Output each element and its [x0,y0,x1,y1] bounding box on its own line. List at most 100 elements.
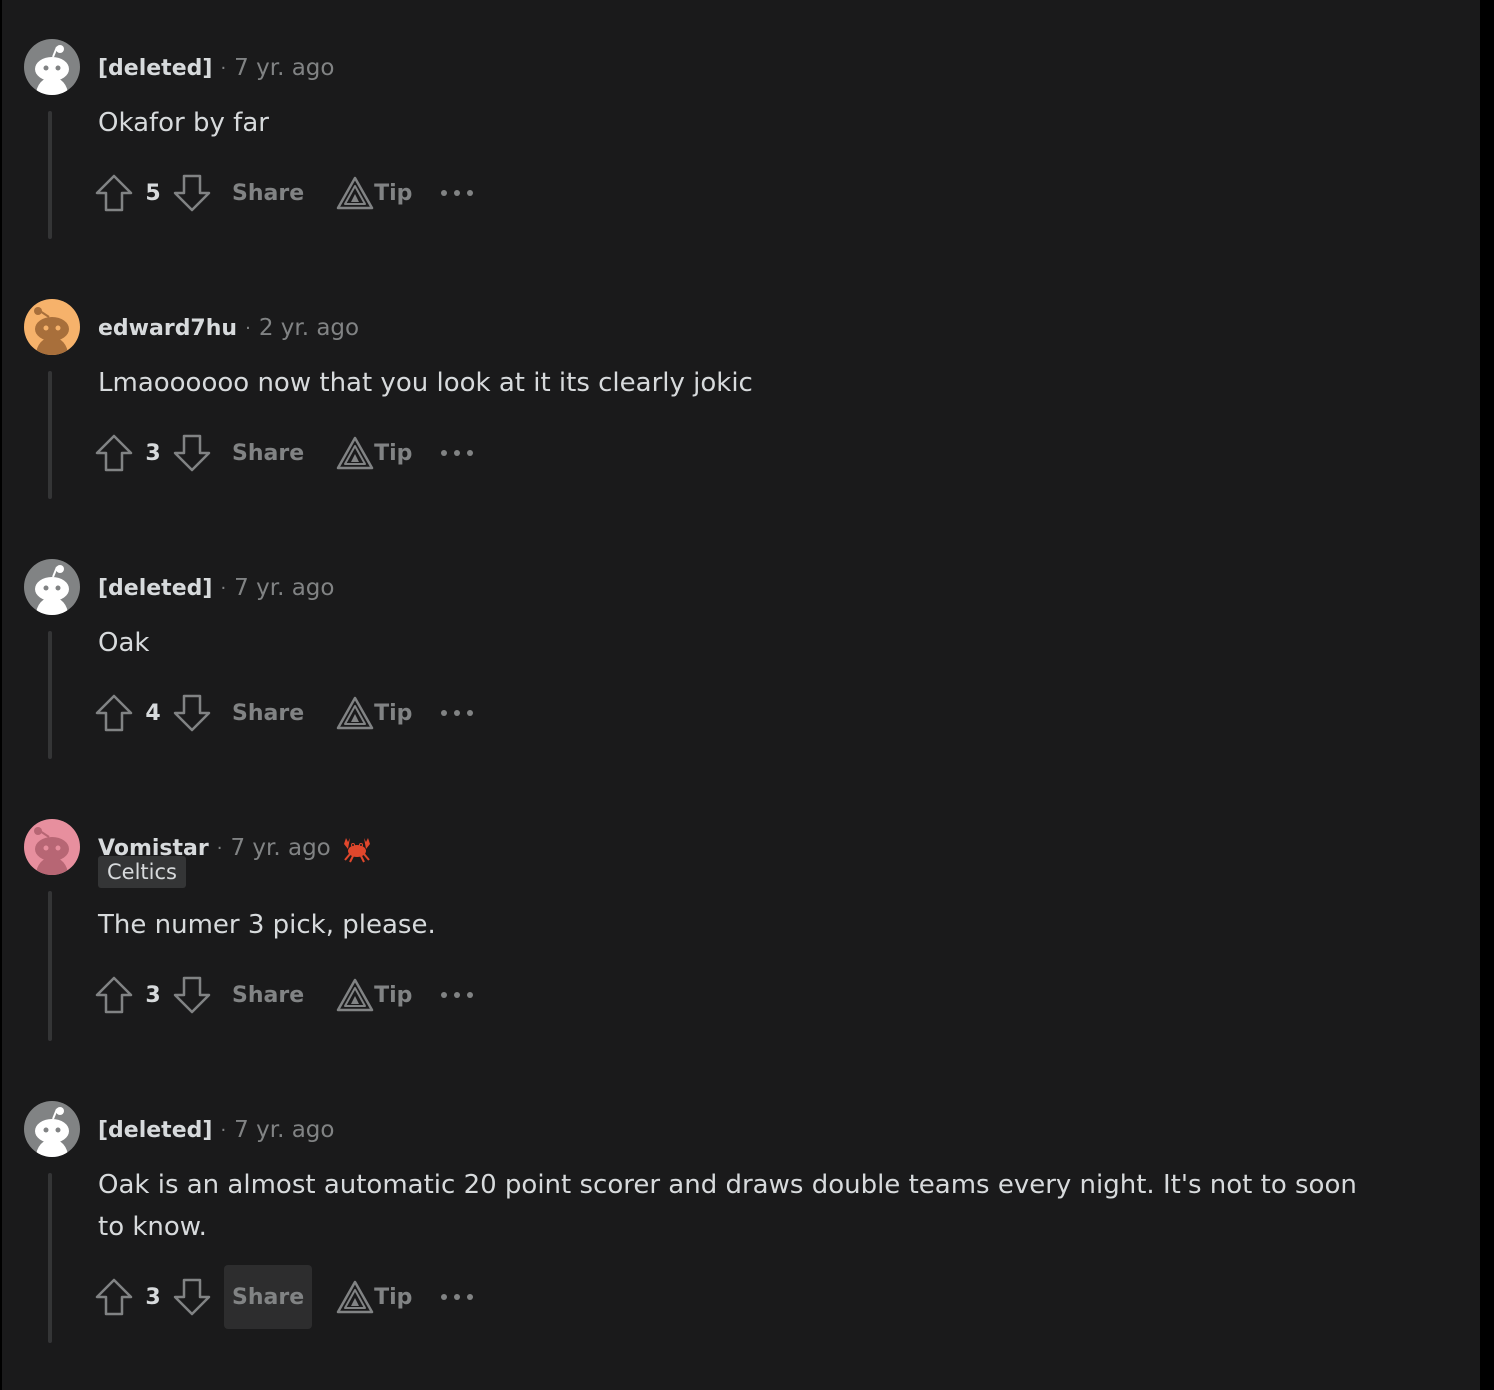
downvote-icon[interactable] [172,693,212,733]
thread-collapse-line[interactable] [48,631,52,759]
thread-collapse-line[interactable] [48,111,52,239]
separator-dot: · [220,1119,227,1141]
comment-body: Lmaoooooo now that you look at it its cl… [98,368,753,398]
snoo-avatar-icon [34,307,69,355]
tip-button[interactable]: Tip [336,978,412,1012]
vote-score: 3 [145,1284,161,1310]
comment-actions: 3 Share Tip [94,963,474,1027]
avatar[interactable] [24,559,80,615]
share-label: Share [232,1284,305,1310]
share-button[interactable]: Share [224,421,312,485]
avatar[interactable] [24,39,80,95]
downvote-icon[interactable] [172,433,212,473]
separator-dot: · [245,317,251,339]
tip-button[interactable]: Tip [336,436,412,470]
comment-actions: 3 Share Tip [94,421,474,485]
tip-button[interactable]: Tip [336,1280,412,1314]
upvote-icon[interactable] [94,693,134,733]
upvote-icon[interactable] [94,1277,134,1317]
tip-triangle-icon [336,176,374,210]
user-flair: Celtics [98,856,186,888]
tip-button[interactable]: Tip [336,176,412,210]
crab-award-icon[interactable] [341,832,373,864]
tip-label: Tip [374,982,413,1008]
snoo-avatar-icon [35,1107,69,1157]
comment-body: The numer 3 pick, please. [98,910,436,940]
share-label: Share [232,180,305,206]
avatar[interactable] [24,1101,80,1157]
comment: [deleted] · 7 yr. ago Oak 4 Share Tip [2,559,1480,759]
snoo-avatar-icon [34,827,69,875]
more-dots-icon [441,992,474,998]
author-name[interactable]: edward7hu [98,316,237,341]
more-dots-icon [441,190,474,196]
snoo-avatar-icon [35,565,69,615]
tip-triangle-icon [336,436,374,470]
comment-meta: [deleted] · 7 yr. ago [98,53,334,83]
vote-score: 4 [145,700,161,726]
comment: Vomistar · 7 yr. ago Celtics The numer 3… [2,819,1480,1041]
timestamp[interactable]: 7 yr. ago [230,835,330,861]
tip-label: Tip [374,1284,413,1310]
comment-body: Oak [98,628,150,658]
more-options-button[interactable] [440,1292,474,1302]
vote-score: 3 [145,982,161,1008]
tip-label: Tip [374,440,413,466]
tip-triangle-icon [336,696,374,730]
comment-meta: [deleted] · 7 yr. ago [98,1115,334,1145]
share-label: Share [232,700,305,726]
separator-dot: · [220,57,227,79]
share-button[interactable]: Share [224,161,312,225]
downvote-icon[interactable] [172,173,212,213]
tip-button[interactable]: Tip [336,696,412,730]
upvote-icon[interactable] [94,975,134,1015]
comment-body: Oak is an almost automatic 20 point scor… [98,1170,1357,1242]
downvote-icon[interactable] [172,1277,212,1317]
vote-score: 3 [145,440,161,466]
snoo-avatar-icon [35,45,69,95]
more-dots-icon [441,710,474,716]
more-dots-icon [441,450,474,456]
comment-actions: 3 Share Tip [94,1265,474,1329]
more-options-button[interactable] [440,188,474,198]
tip-triangle-icon [336,1280,374,1314]
more-options-button[interactable] [440,708,474,718]
separator-dot: · [216,837,223,859]
tip-label: Tip [374,700,413,726]
author-name[interactable]: [deleted] [98,576,212,601]
comment-actions: 5 Share Tip [94,161,474,225]
timestamp[interactable]: 7 yr. ago [234,55,334,81]
separator-dot: · [220,577,227,599]
thread-collapse-line[interactable] [48,1173,52,1343]
share-button[interactable]: Share [224,681,312,745]
upvote-icon[interactable] [94,433,134,473]
comment: [deleted] · 7 yr. ago Oak is an almost a… [2,1101,1480,1343]
author-name[interactable]: [deleted] [98,56,212,81]
share-button[interactable]: Share [224,1265,313,1329]
upvote-icon[interactable] [94,173,134,213]
more-options-button[interactable] [440,990,474,1000]
more-dots-icon [441,1294,474,1300]
thread-collapse-line[interactable] [48,891,52,1041]
timestamp[interactable]: 7 yr. ago [234,575,334,601]
share-label: Share [232,440,305,466]
avatar[interactable] [24,299,80,355]
share-button[interactable]: Share [224,963,312,1027]
timestamp[interactable]: 2 yr. ago [259,315,359,341]
comment: edward7hu · 2 yr. ago Lmaoooooo now that… [2,299,1480,499]
comment-meta: edward7hu · 2 yr. ago [98,313,359,343]
thread-collapse-line[interactable] [48,371,52,499]
tip-triangle-icon [336,978,374,1012]
avatar[interactable] [24,819,80,875]
author-name[interactable]: [deleted] [98,1118,212,1143]
comment: [deleted] · 7 yr. ago Okafor by far 5 Sh… [2,39,1480,239]
comments-panel: [deleted] · 7 yr. ago Okafor by far 5 Sh… [2,0,1480,1390]
comment-body: Okafor by far [98,108,269,138]
comment-meta: [deleted] · 7 yr. ago [98,573,334,603]
downvote-icon[interactable] [172,975,212,1015]
vote-score: 5 [145,180,161,206]
share-label: Share [232,982,305,1008]
more-options-button[interactable] [440,448,474,458]
timestamp[interactable]: 7 yr. ago [234,1117,334,1143]
comment-actions: 4 Share Tip [94,681,474,745]
